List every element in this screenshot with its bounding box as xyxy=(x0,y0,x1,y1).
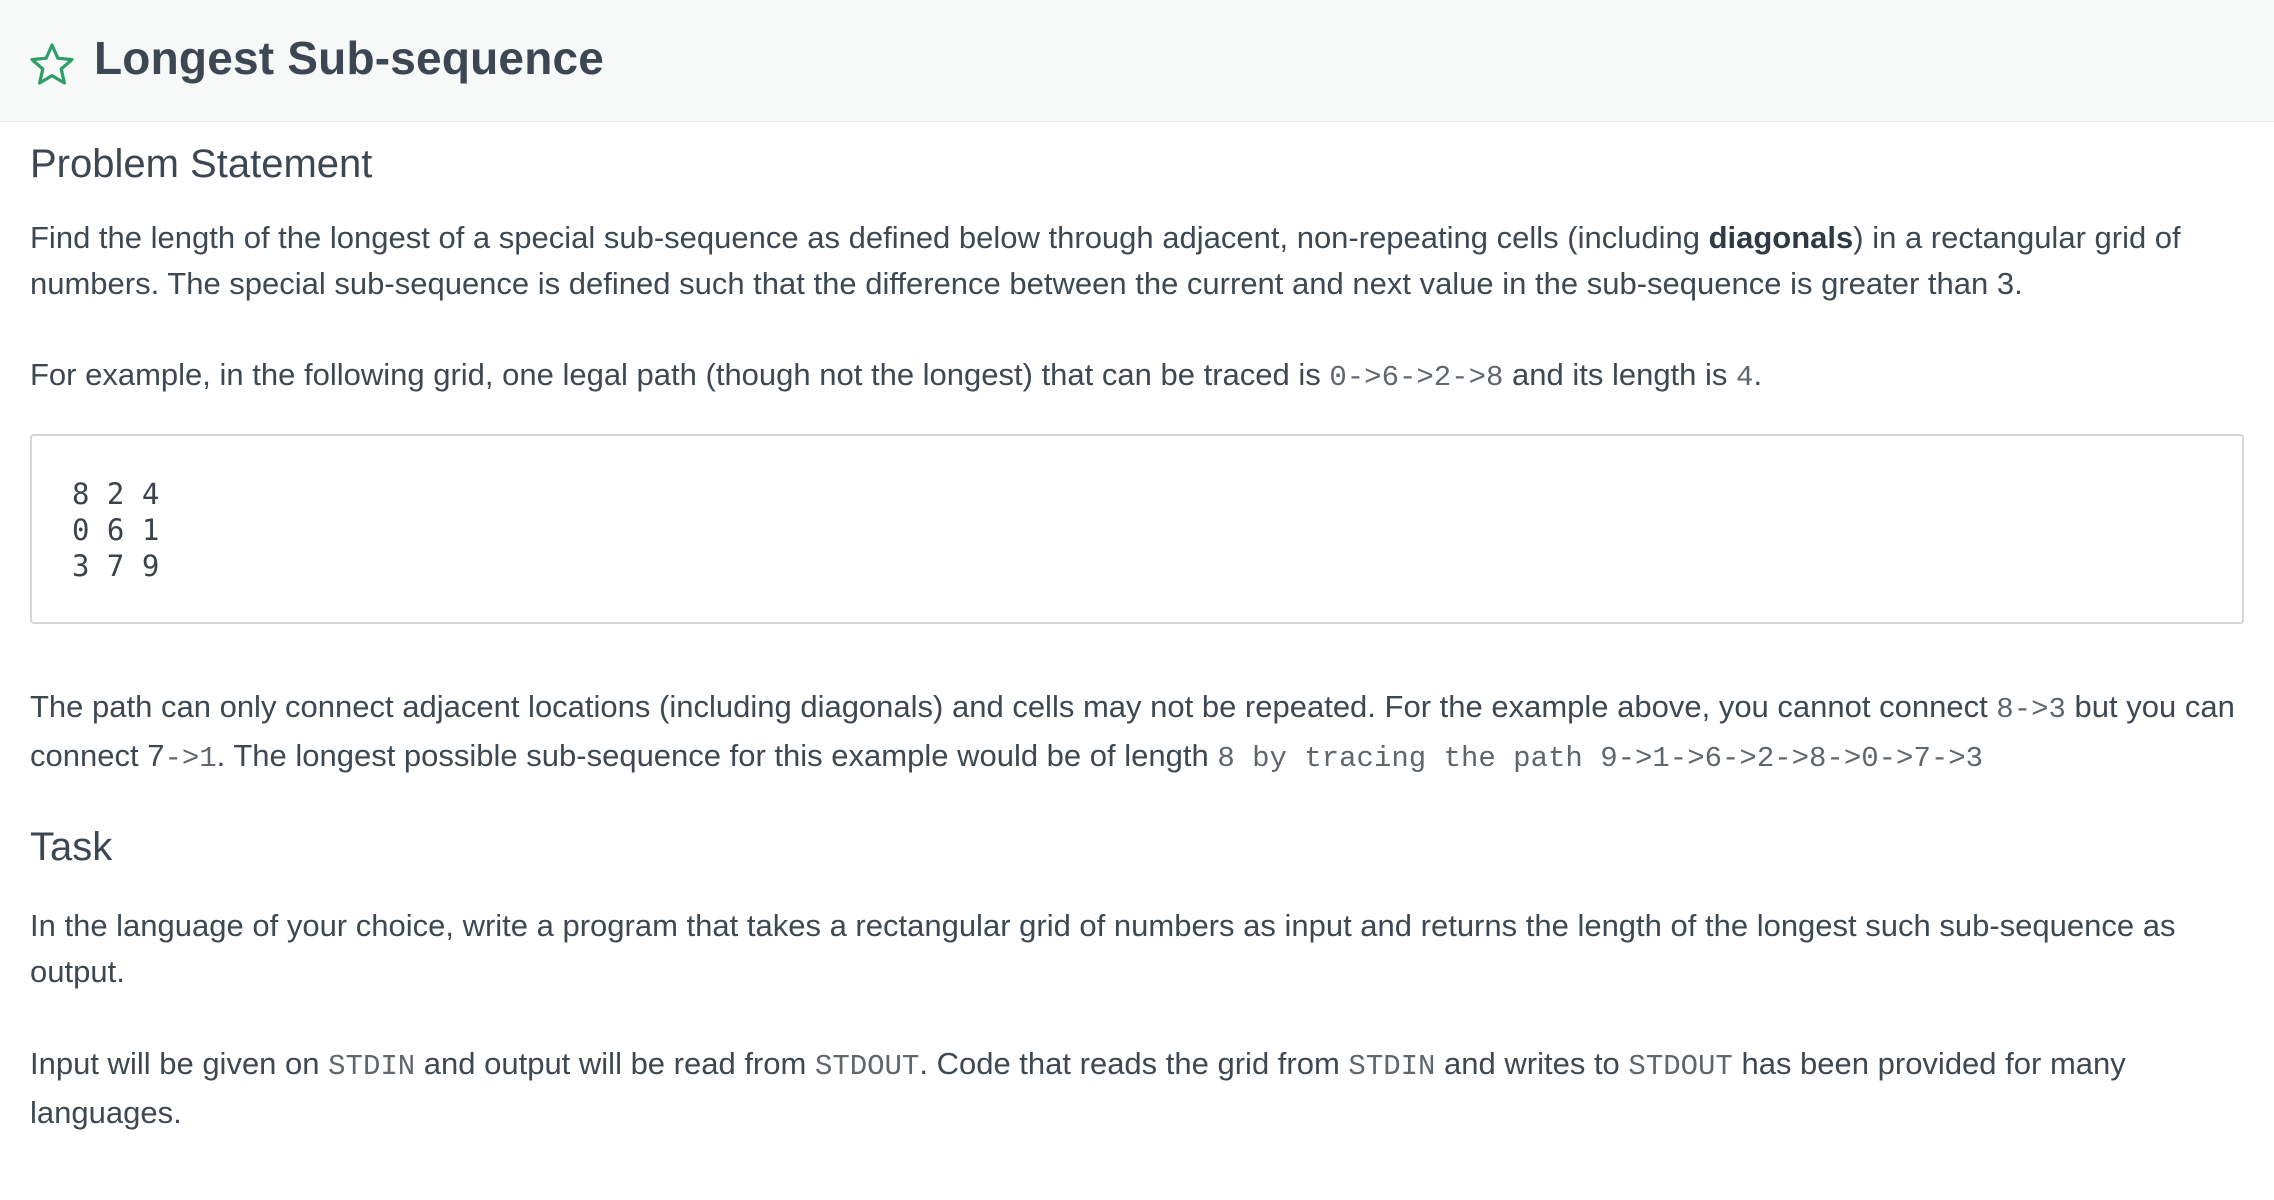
page-title: Longest Sub-sequence xyxy=(94,31,605,84)
star-outline-icon[interactable] xyxy=(28,41,76,89)
stdout-code: STDOUT xyxy=(1628,1050,1733,1083)
stdin-code: STDIN xyxy=(328,1050,416,1083)
task-paragraph-1: In the language of your choice, write a … xyxy=(30,908,2176,989)
grid-code-block: 8 2 4 0 6 1 3 7 9 xyxy=(30,434,2244,624)
invalid-connection-code: 8->3 xyxy=(1996,693,2066,726)
problem-statement-heading: Problem Statement xyxy=(30,142,373,186)
stdout-code: STDOUT xyxy=(814,1050,920,1083)
example-path-code: 0->6->2->8 xyxy=(1329,361,1504,394)
task-paragraph-2: Input will be given on STDIN and output … xyxy=(30,1046,2126,1130)
problem-content: Problem Statement Find the length of the… xyxy=(0,144,2274,1136)
problem-paragraph-3: The path can only connect adjacent locat… xyxy=(30,689,2235,775)
grid-line: 0 6 1 xyxy=(72,513,160,547)
page-header: Longest Sub-sequence xyxy=(0,0,2274,122)
longest-path-code: 8 by tracing the path 9->1->6->2->8->0->… xyxy=(1217,742,1984,775)
valid-connection-code: ->1 xyxy=(164,742,217,775)
example-length-code: 4 xyxy=(1736,361,1754,394)
problem-paragraph-1: Find the length of the longest of a spec… xyxy=(30,220,2181,301)
grid-line: 8 2 4 xyxy=(72,477,160,511)
diagonals-bold: diagonals xyxy=(1708,220,1854,255)
stdin-code: STDIN xyxy=(1348,1050,1436,1083)
problem-paragraph-2: For example, in the following grid, one … xyxy=(30,357,1763,394)
task-heading: Task xyxy=(30,825,113,869)
grid-line: 3 7 9 xyxy=(72,549,160,583)
